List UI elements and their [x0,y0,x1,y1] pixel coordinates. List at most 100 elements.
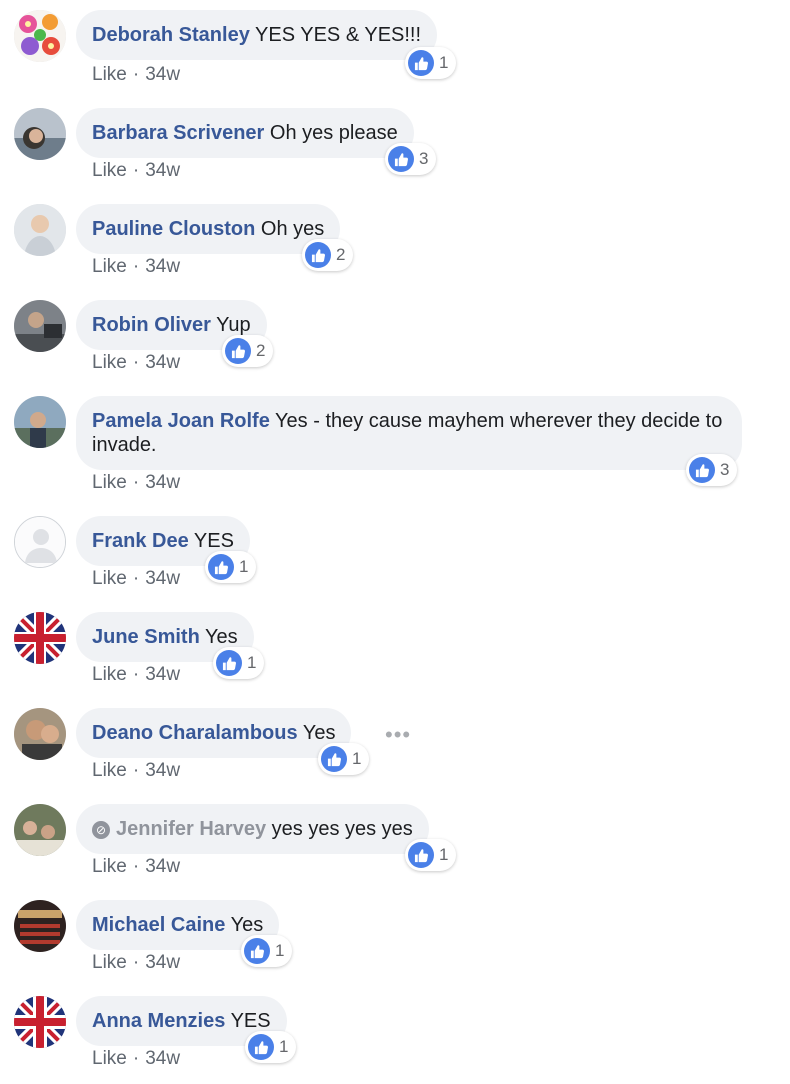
reaction-count: 1 [275,941,285,960]
comment-bubble: Barbara Scrivener Oh yes please [76,108,414,158]
thumbs-up-icon [321,746,347,772]
reaction-count: 1 [352,749,362,768]
meta-separator: · [132,64,140,85]
comment-text: YES YES & YES!!! [255,24,422,46]
like-link[interactable]: Like [92,160,127,181]
avatar[interactable] [14,396,66,448]
comment-text: YES [230,1010,271,1032]
commenter-name[interactable]: Deano Charalambous [92,722,298,744]
comment-text: Oh yes [260,218,325,240]
thumbs-up-icon [388,146,414,172]
comment-time[interactable]: 34w [145,760,180,781]
comment-text: Yes [302,722,336,744]
comment-time[interactable]: 34w [145,664,180,685]
avatar[interactable] [14,204,66,256]
comment-time[interactable]: 34w [145,472,180,493]
meta-separator: · [132,760,140,781]
comment-time[interactable]: 34w [145,256,180,277]
comment-bubble: ⊘ Jennifer Harvey yes yes yes yes [76,804,429,854]
avatar[interactable] [14,804,66,856]
avatar[interactable] [14,10,66,62]
reaction-badge[interactable]: 3 [385,143,437,175]
avatar[interactable] [14,708,66,760]
comment-time[interactable]: 34w [145,160,180,181]
reaction-count: 1 [439,845,449,864]
like-link[interactable]: Like [92,952,127,973]
thumbs-up-icon [408,842,434,868]
avatar[interactable] [14,108,66,160]
reaction-count: 1 [247,653,257,672]
comment-text: Yes [205,626,238,648]
meta-separator: · [132,856,140,877]
reaction-badge[interactable]: 1 [318,743,370,775]
comment-bubble: Deano Charalambous Yes [76,708,352,758]
comment-time[interactable]: 34w [145,352,180,373]
like-link[interactable]: Like [92,64,127,85]
commenter-name[interactable]: Michael Caine [92,914,225,936]
deleted-account-icon: ⊘ [92,821,110,839]
reaction-badge[interactable]: 1 [205,551,257,583]
thumbs-up-icon [244,938,270,964]
reaction-badge[interactable]: 1 [213,647,265,679]
reaction-badge[interactable]: 2 [222,335,274,367]
like-link[interactable]: Like [92,568,127,589]
like-link[interactable]: Like [92,472,127,493]
commenter-name[interactable]: June Smith [92,626,200,648]
meta-separator: · [132,568,140,589]
like-link[interactable]: Like [92,256,127,277]
comment-time[interactable]: 34w [145,1048,180,1069]
reaction-badge[interactable]: 3 [686,454,738,486]
reaction-badge[interactable]: 1 [245,1031,297,1063]
like-link[interactable]: Like [92,352,127,373]
commenter-name: Jennifer Harvey [116,818,267,840]
meta-separator: · [132,160,140,181]
comment-time[interactable]: 34w [145,568,180,589]
avatar[interactable] [14,516,66,568]
reaction-badge[interactable]: 1 [405,47,457,79]
comment-text: YES [193,530,234,552]
avatar[interactable] [14,900,66,952]
commenter-name[interactable]: Anna Menzies [92,1010,225,1032]
commenter-name[interactable]: Pauline Clouston [92,218,255,240]
reaction-count: 3 [720,460,730,479]
commenter-name[interactable]: Robin Oliver [92,314,211,336]
comment-meta: Like · 34w [92,1048,180,1070]
meta-separator: · [132,664,140,685]
avatar[interactable] [14,300,66,352]
reaction-count: 2 [256,341,266,360]
comment-text: Yup [216,314,251,336]
thumbs-up-icon [208,554,234,580]
comment-meta: Like · 34w [92,64,180,86]
avatar[interactable] [14,996,66,1048]
comment-meta: Like · 34w [92,664,180,686]
comment-time[interactable]: 34w [145,64,180,85]
commenter-name[interactable]: Deborah Stanley [92,24,250,46]
reaction-badge[interactable]: 1 [405,839,457,871]
comment-text: yes yes yes yes [271,818,413,840]
reaction-badge[interactable]: 1 [241,935,293,967]
comment-bubble: Pamela Joan Rolfe Yes - they cause mayhe… [76,396,742,470]
comment-text: Oh yes please [269,122,398,144]
like-link[interactable]: Like [92,760,127,781]
commenter-name[interactable]: Pamela Joan Rolfe [92,410,270,432]
commenter-name[interactable]: Frank Dee [92,530,189,552]
thumbs-up-icon [305,242,331,268]
like-link[interactable]: Like [92,664,127,685]
meta-separator: · [132,472,140,493]
avatar[interactable] [14,612,66,664]
meta-separator: · [132,1048,140,1069]
like-link[interactable]: Like [92,1048,127,1069]
comment-time[interactable]: 34w [145,952,180,973]
reaction-count: 1 [239,557,249,576]
comment-time[interactable]: 34w [145,856,180,877]
commenter-name[interactable]: Barbara Scrivener [92,122,264,144]
comment-meta: Like · 34w [92,952,180,974]
comment-meta: Like · 34w [92,568,180,590]
like-link[interactable]: Like [92,856,127,877]
comment-bubble: Pauline Clouston Oh yes [76,204,341,254]
comment-meta: Like · 34w [92,856,180,878]
reaction-badge[interactable]: 2 [302,239,354,271]
more-options-icon[interactable]: ••• [385,724,411,746]
thumbs-up-icon [408,50,434,76]
reaction-count: 3 [419,149,429,168]
